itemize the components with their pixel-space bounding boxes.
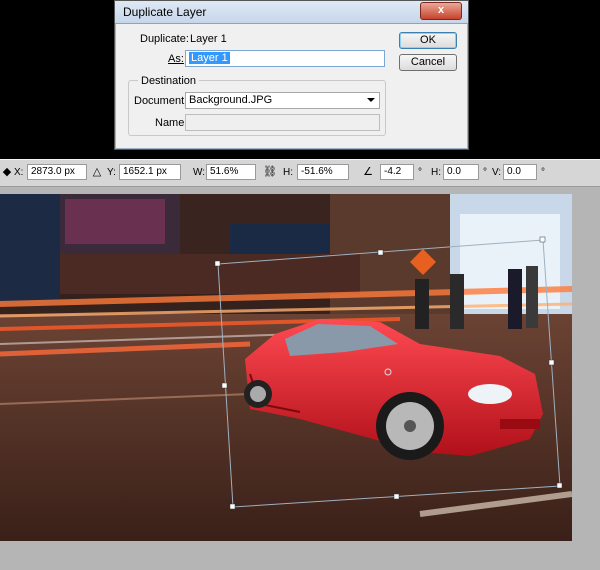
hskew-degree: ° — [483, 167, 487, 178]
x-field[interactable]: 2873.0 px — [27, 164, 87, 180]
h-field[interactable]: -51.6% — [297, 164, 349, 180]
cancel-button[interactable]: Cancel — [399, 54, 457, 71]
document-select-value: Background.JPG — [189, 94, 273, 106]
name-label: Name: — [155, 117, 188, 129]
street-scene-image — [0, 194, 572, 541]
canvas-pasteboard — [572, 194, 600, 570]
w-field[interactable]: 51.6% — [206, 164, 256, 180]
transform-options-bar: ◆ X: 2873.0 px △ Y: 1652.1 px W: 51.6% ⛓… — [0, 159, 600, 187]
rotate-degree: ° — [418, 167, 422, 178]
canvas-pasteboard-bottom — [0, 541, 572, 570]
vskew-degree: ° — [541, 167, 545, 178]
angle-icon: ∠ — [363, 166, 373, 178]
close-icon: x — [437, 4, 445, 16]
destination-legend: Destination — [138, 75, 200, 87]
x-label: X: — [14, 167, 24, 178]
vskew-label: V: — [492, 167, 502, 178]
ok-button[interactable]: OK — [399, 32, 457, 49]
hskew-label: H: — [431, 167, 441, 178]
h-label: H: — [283, 167, 293, 178]
duplicate-value: Layer 1 — [190, 33, 227, 45]
duplicate-label: Duplicate: — [140, 33, 189, 45]
w-label: W: — [193, 167, 206, 178]
document-image[interactable] — [0, 194, 572, 541]
reference-point-icon[interactable]: ◆ — [1, 165, 13, 179]
close-button[interactable]: x — [420, 2, 462, 20]
delta-icon[interactable]: △ — [91, 165, 103, 179]
document-select[interactable]: Background.JPG — [185, 92, 380, 109]
dialog-title: Duplicate Layer — [123, 5, 207, 19]
building-left — [0, 194, 60, 304]
document-label: Document: — [134, 95, 188, 107]
as-input[interactable]: Layer 1 — [185, 50, 385, 67]
hskew-field[interactable]: 0.0 — [443, 164, 479, 180]
rotate-field[interactable]: -4.2 — [380, 164, 414, 180]
as-input-value: Layer 1 — [189, 52, 230, 64]
y-label: Y: — [107, 167, 116, 178]
as-label: As: — [168, 53, 184, 65]
chevron-down-icon — [367, 98, 375, 102]
vskew-field[interactable]: 0.0 — [503, 164, 537, 180]
y-field[interactable]: 1652.1 px — [119, 164, 181, 180]
name-input[interactable] — [185, 114, 380, 131]
dialog-titlebar[interactable]: Duplicate Layer x — [115, 1, 468, 24]
chain-link-icon[interactable]: ⛓ — [263, 165, 277, 179]
